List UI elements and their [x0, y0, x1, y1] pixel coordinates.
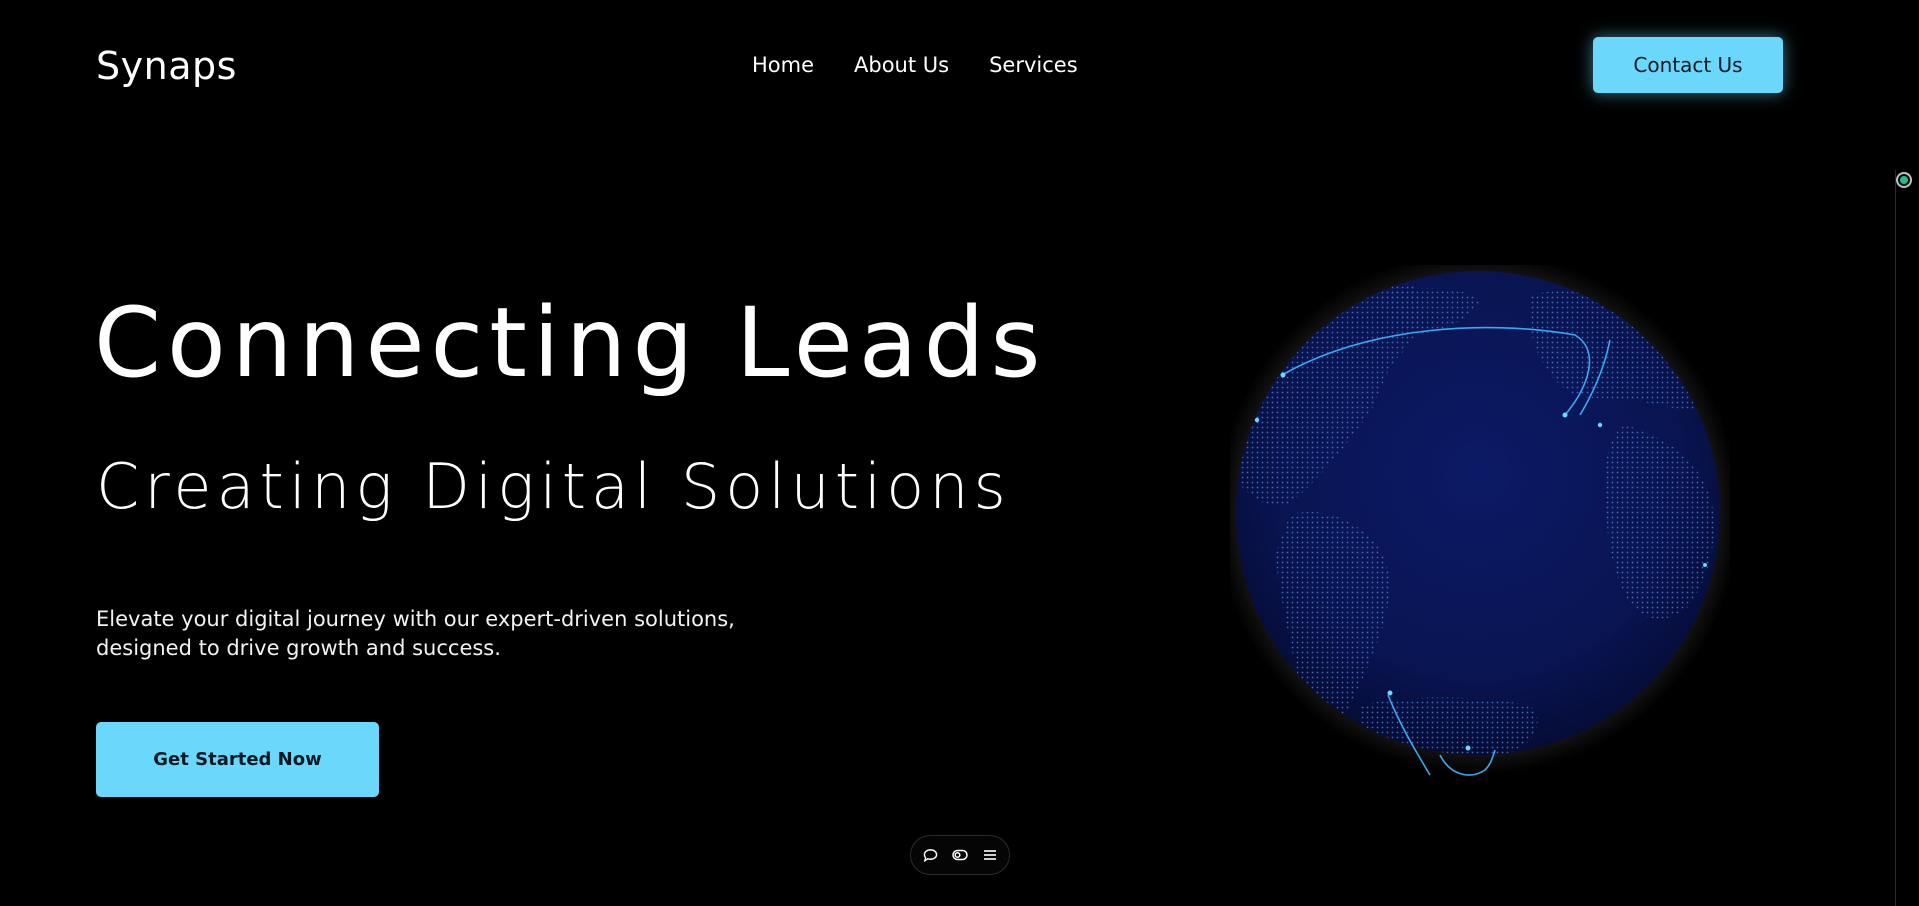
scroll-indicator[interactable] — [1896, 172, 1912, 188]
point-2 — [1254, 417, 1260, 423]
toggle-icon[interactable] — [952, 847, 968, 863]
landing-page: Synaps Home About Us Services Contact Us… — [0, 0, 1919, 906]
point-1 — [1280, 372, 1286, 378]
nav-services[interactable]: Services — [989, 52, 1078, 78]
main-nav: Home About Us Services — [752, 52, 1078, 78]
contact-us-button[interactable]: Contact Us — [1593, 37, 1783, 93]
logo[interactable]: Synaps — [96, 44, 237, 88]
point-6 — [1387, 690, 1393, 696]
hero-description: Elevate your digital journey with our ex… — [96, 605, 796, 663]
globe-svg — [1230, 265, 1730, 776]
point-5 — [1703, 563, 1707, 567]
point-3 — [1562, 412, 1568, 418]
hero-description-line-1: Elevate your digital journey with our ex… — [96, 607, 735, 631]
nav-about-us[interactable]: About Us — [854, 52, 949, 78]
point-4 — [1597, 422, 1603, 428]
chat-icon[interactable] — [922, 847, 938, 863]
point-7 — [1465, 745, 1471, 751]
hero-title: Connecting Leads — [94, 287, 1047, 399]
hero-subtitle: Creating Digital Solutions — [96, 450, 1011, 523]
scroll-track — [1895, 170, 1896, 906]
hero-description-line-2: designed to drive growth and success. — [96, 636, 501, 660]
globe-illustration — [1230, 265, 1730, 795]
get-started-button[interactable]: Get Started Now — [96, 722, 379, 797]
nav-home[interactable]: Home — [752, 52, 814, 78]
bottom-toolbar — [910, 835, 1010, 875]
menu-icon[interactable] — [982, 847, 998, 863]
